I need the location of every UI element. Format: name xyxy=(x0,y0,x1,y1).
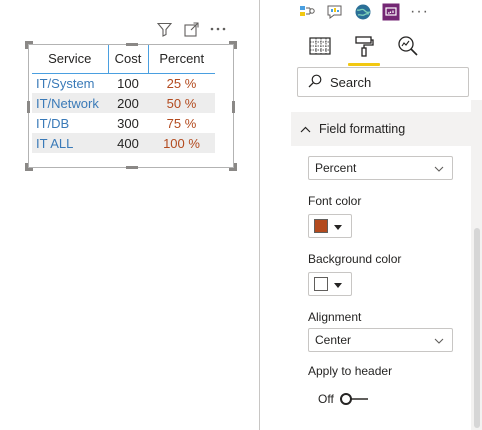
background-color-swatch xyxy=(314,277,328,291)
apply-to-header-label: Apply to header xyxy=(308,364,393,378)
search-placeholder: Search xyxy=(330,74,372,90)
visual-gallery-row: ··· xyxy=(298,3,429,21)
visualizations-pane: ··· Search Field formatting Percent Font… xyxy=(260,0,482,430)
alignment-dropdown[interactable]: Center xyxy=(308,328,453,352)
chevron-up-icon xyxy=(300,122,311,136)
resize-handle-bottom-right[interactable] xyxy=(229,163,237,171)
cell-cost: 200 xyxy=(108,93,148,113)
data-table: Service Cost Percent IT/System 100 25 % … xyxy=(32,45,215,153)
visual-header xyxy=(156,21,226,37)
caret-down-icon xyxy=(334,275,342,293)
section-title: Field formatting xyxy=(319,122,406,136)
field-select-dropdown[interactable]: Percent xyxy=(308,156,453,180)
table-row[interactable]: IT ALL 400 100 % xyxy=(32,133,215,153)
cell-service: IT/Network xyxy=(32,93,108,113)
custom-visual-icon[interactable] xyxy=(382,3,400,21)
font-color-label: Font color xyxy=(308,194,362,208)
cell-cost: 100 xyxy=(117,75,139,91)
alignment-label: Alignment xyxy=(308,310,362,324)
background-color-label: Background color xyxy=(308,252,402,266)
cell-service: IT ALL xyxy=(32,133,108,153)
font-color-swatch xyxy=(314,219,328,233)
pane-scrollbar-thumb[interactable] xyxy=(474,228,480,428)
table-header-row: Service Cost Percent xyxy=(32,45,215,74)
column-header-service[interactable]: Service xyxy=(32,45,108,74)
more-visuals-icon[interactable]: ··· xyxy=(410,3,429,21)
chevron-down-icon xyxy=(434,161,444,175)
font-color-picker[interactable] xyxy=(308,214,352,238)
cell-service: IT/DB xyxy=(36,115,70,131)
cell-service: IT/System xyxy=(36,75,95,91)
resize-handle-top-right[interactable] xyxy=(229,41,237,49)
cell-percent: 25 % xyxy=(166,75,197,91)
caret-down-icon xyxy=(334,217,342,235)
resize-handle-bottom[interactable] xyxy=(126,166,138,169)
column-header-percent[interactable]: Percent xyxy=(147,45,215,74)
field-select-value: Percent xyxy=(315,161,357,175)
cell-percent: 100 % xyxy=(148,133,215,153)
resize-handle-bottom-left[interactable] xyxy=(25,163,33,171)
arcgis-map-icon[interactable] xyxy=(354,3,372,21)
cell-cost: 400 xyxy=(108,133,148,153)
chevron-down-icon xyxy=(434,333,444,347)
report-canvas: Service Cost Percent IT/System 100 25 % … xyxy=(0,0,259,430)
cell-percent: 50 % xyxy=(148,93,215,113)
table-row[interactable]: IT/DB 300 75 % xyxy=(32,113,215,133)
resize-handle-right[interactable] xyxy=(232,101,235,113)
qna-icon[interactable] xyxy=(326,3,344,21)
more-options-icon[interactable] xyxy=(210,21,226,37)
table-row[interactable]: IT/Network 200 50 % xyxy=(32,93,215,113)
pane-scrollbar[interactable] xyxy=(472,100,482,430)
resize-handle-left[interactable] xyxy=(27,101,30,113)
toggle-switch[interactable] xyxy=(339,392,370,406)
key-influencers-icon[interactable] xyxy=(298,3,316,21)
format-options-scroll-area: Field formatting Percent Font color Back… xyxy=(291,100,482,430)
pane-tabs xyxy=(308,34,420,66)
format-options-list: Field formatting Percent Font color Back… xyxy=(291,100,471,430)
toggle-knob xyxy=(339,393,352,405)
search-icon xyxy=(308,74,322,91)
search-box[interactable]: Search xyxy=(297,67,469,97)
cell-percent: 75 % xyxy=(166,115,197,131)
column-header-cost[interactable]: Cost xyxy=(107,45,148,74)
table-visual[interactable]: Service Cost Percent IT/System 100 25 % … xyxy=(25,41,237,171)
table-row[interactable]: IT/System 100 25 % xyxy=(32,73,215,93)
toggle-state-label: Off xyxy=(318,392,334,406)
focus-mode-icon[interactable] xyxy=(183,21,199,37)
format-tab[interactable] xyxy=(348,34,380,66)
apply-to-header-toggle[interactable]: Off xyxy=(318,392,370,406)
cell-cost: 300 xyxy=(117,115,139,131)
analytics-tab[interactable] xyxy=(396,34,420,58)
filter-icon[interactable] xyxy=(156,21,172,37)
alignment-value: Center xyxy=(315,333,352,347)
fields-tab[interactable] xyxy=(308,34,332,58)
field-formatting-section-header[interactable]: Field formatting xyxy=(291,112,471,146)
background-color-picker[interactable] xyxy=(308,272,352,296)
